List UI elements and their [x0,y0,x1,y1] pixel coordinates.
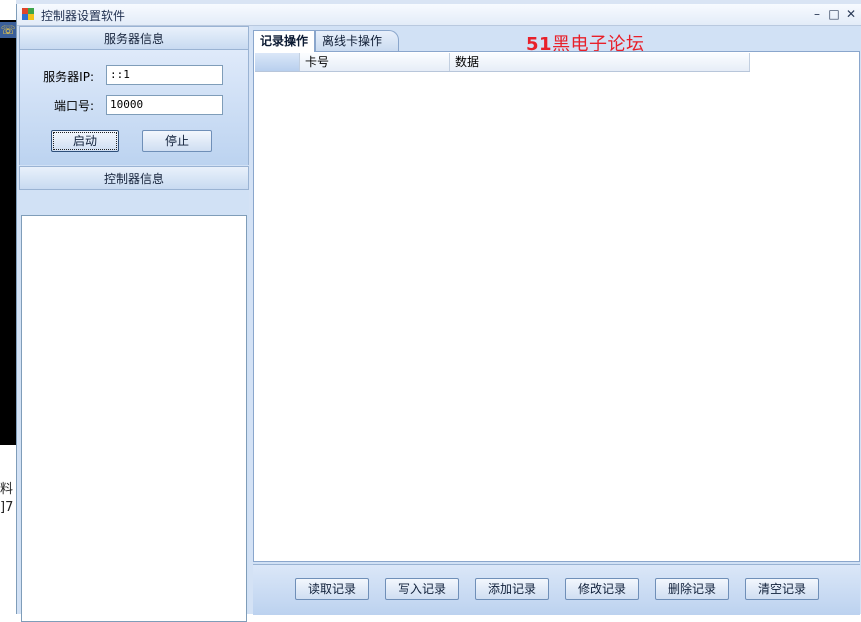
phone-icon: ☏ [0,22,16,38]
delete-record-button[interactable]: 删除记录 [655,578,729,600]
grid-row-header-corner[interactable] [255,53,300,71]
tab-records[interactable]: 记录操作 [253,30,315,52]
maximize-button[interactable]: □ [827,7,841,21]
title-bar[interactable]: 控制器设置软件 – □ ✕ [17,4,861,26]
stop-button[interactable]: 停止 [142,130,212,152]
left-panel: 服务器信息 服务器IP: ::1 端口号: 10000 启动 停止 控制器信息 [19,26,249,622]
port-label: 端口号: [53,99,94,113]
server-info-header: 服务器信息 [19,26,249,50]
tab-offline-card[interactable]: 离线卡操作 [315,30,399,52]
window-title: 控制器设置软件 [41,9,126,23]
main-window: 控制器设置软件 – □ ✕ 服务器信息 服务器IP: ::1 端口号: 1000… [16,4,861,622]
right-panel: 记录操作 离线卡操作 51黑电子论坛 卡号 数据 读取记录 写入记录 添加记录 … [253,26,860,615]
clear-records-button[interactable]: 清空记录 [745,578,819,600]
start-button[interactable]: 启动 [51,130,119,152]
background-text-line: ]7 [0,500,14,515]
port-input[interactable]: 10000 [106,95,223,115]
close-button[interactable]: ✕ [844,7,858,21]
minimize-button[interactable]: – [810,7,824,21]
write-records-button[interactable]: 写入记录 [385,578,459,600]
record-actions-bar: 读取记录 写入记录 添加记录 修改记录 删除记录 清空记录 [253,564,860,615]
controller-info-list[interactable] [21,215,247,622]
column-header-card-number[interactable]: 卡号 [300,53,450,71]
column-header-data[interactable]: 数据 [450,53,750,71]
server-info-box: 服务器IP: ::1 端口号: 10000 启动 停止 [19,50,249,165]
background-text-line: 料 [0,482,14,497]
records-tab-page: 卡号 数据 [253,51,860,562]
edit-record-button[interactable]: 修改记录 [565,578,639,600]
server-ip-input[interactable]: ::1 [106,65,223,85]
controller-info-header: 控制器信息 [19,166,249,190]
add-record-button[interactable]: 添加记录 [475,578,549,600]
background-terminal [0,20,16,445]
records-grid-header: 卡号 数据 [255,53,750,72]
server-ip-label: 服务器IP: [43,70,94,84]
read-records-button[interactable]: 读取记录 [295,578,369,600]
app-icon [22,8,34,20]
